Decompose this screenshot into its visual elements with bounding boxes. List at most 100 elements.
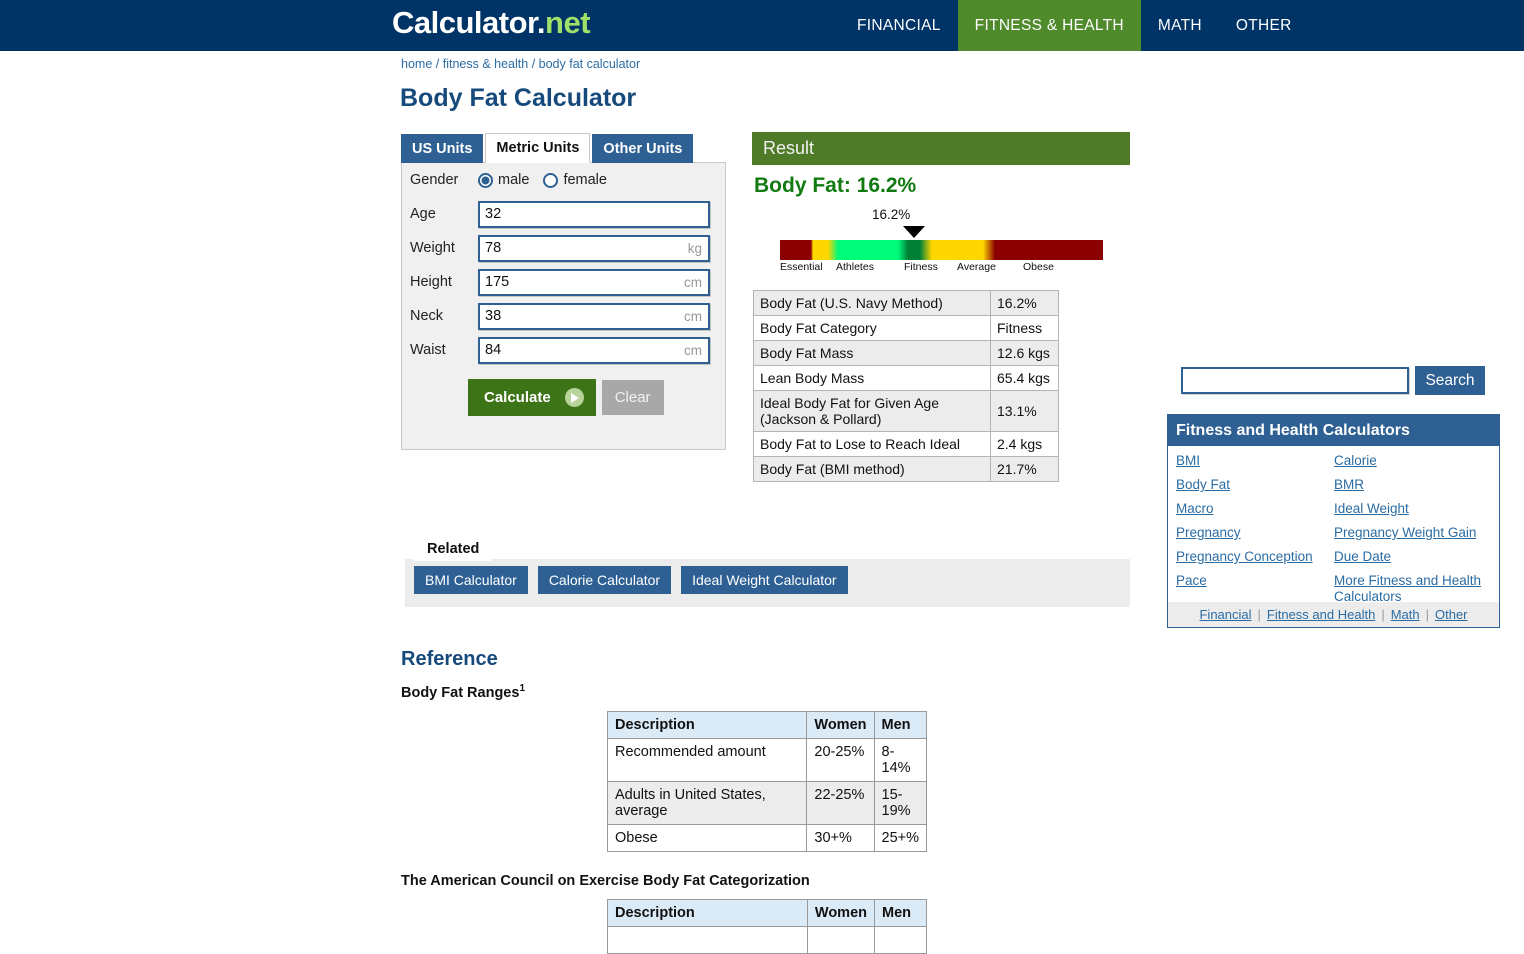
radio-male[interactable]: male [478,172,529,188]
clear-button[interactable]: Clear [601,380,664,415]
nav-item-financial[interactable]: FINANCIAL [840,0,958,51]
height-input[interactable] [480,270,708,294]
related-ideal-weight-calculator[interactable]: Ideal Weight Calculator [681,566,848,594]
site-logo[interactable]: Calculator.net [392,5,591,41]
related-bmi-calculator[interactable]: BMI Calculator [414,566,528,594]
sidebar-link-grid: BMI Calorie Body Fat BMR Macro Ideal Wei… [1168,446,1499,604]
gauge-label-obese: Obese [1023,261,1054,273]
sidebar-link-pregnancy[interactable]: Pregnancy [1176,525,1334,541]
calculate-button[interactable]: Calculate [468,379,596,416]
sidebar-link-body-fat[interactable]: Body Fat [1176,477,1334,493]
nav-item-other[interactable]: OTHER [1219,0,1309,51]
sidebar-link-pregnancy-conception[interactable]: Pregnancy Conception [1176,549,1334,565]
result-key-bmi-method: Body Fat (BMI method) [753,456,991,482]
weight-field-wrapper: kg [478,234,710,262]
breadcrumb-current[interactable]: body fat calculator [539,57,640,71]
gauge-label-essential: Essential [780,261,823,273]
ace-categorization-title: The American Council on Exercise Body Fa… [401,873,810,889]
sidebar-link-more-calculators[interactable]: More Fitness and Health Calculators [1334,573,1492,605]
t1-r1-men: 8-14% [873,738,927,782]
related-calorie-calculator[interactable]: Calorie Calculator [537,566,672,594]
table-row: Obese 30+% 25+% [606,824,927,852]
body-fat-ranges-title-text: Body Fat Ranges [401,684,520,701]
weight-input[interactable] [480,236,708,260]
sidebar-link-macro[interactable]: Macro [1176,501,1334,517]
footer-sep-3: | [1425,607,1429,622]
sidebar-link-due-date[interactable]: Due Date [1334,549,1492,565]
weight-row: Weight kg [402,231,725,265]
nav-item-fitness-health[interactable]: FITNESS & HEALTH [957,0,1141,51]
sidebar-footer-fitness-health[interactable]: Fitness and Health [1267,607,1375,622]
breadcrumb-separator-1: / [435,57,440,71]
logo-dot: . [536,5,546,40]
sidebar-link-calorie[interactable]: Calorie [1334,453,1492,469]
gauge-segment-labels: Essential Athletes Fitness Average Obese [780,261,1103,277]
nav-item-math[interactable]: MATH [1141,0,1219,51]
footnote-marker: 1 [519,683,525,694]
neck-input[interactable] [480,304,708,328]
tab-other-units[interactable]: Other Units [592,134,694,163]
breadcrumb-home[interactable]: home [401,57,432,71]
table-row: Lean Body Mass 65.4 kgs [753,365,1059,391]
table-header-row: Description Women Men [607,899,927,927]
footer-sep-2: | [1381,607,1385,622]
age-input[interactable] [480,202,708,226]
t2-r1-men [874,926,927,954]
search-input[interactable] [1181,367,1409,394]
weight-label: Weight [410,240,455,256]
sidebar-link-pace[interactable]: Pace [1176,573,1334,605]
waist-input[interactable] [480,338,708,362]
result-key-to-lose: Body Fat to Lose to Reach Ideal [753,431,991,457]
gauge-pointer-icon [903,226,925,238]
tab-metric-units[interactable]: Metric Units [485,133,591,163]
tab-us-units[interactable]: US Units [401,134,484,163]
waist-label: Waist [410,342,446,358]
result-value-navy: 16.2% [990,290,1059,316]
result-value-category: Fitness [990,315,1059,341]
play-arrow-icon [564,388,584,407]
result-table: Body Fat (U.S. Navy Method) 16.2% Body F… [753,290,1059,482]
neck-unit: cm [684,308,702,324]
breadcrumb-separator-2: / [531,57,536,71]
gauge-label-fitness: Fitness [904,261,938,273]
result-key-category: Body Fat Category [753,315,991,341]
t1-r3-women: 30+% [806,824,875,852]
sidebar-link-pregnancy-weight-gain[interactable]: Pregnancy Weight Gain [1334,525,1492,541]
table-row: Recommended amount 20-25% 8-14% [606,738,927,782]
sidebar-footer-other[interactable]: Other [1435,607,1468,622]
fitness-health-calculators-panel: Fitness and Health Calculators BMI Calor… [1167,414,1500,628]
t1-r3-description: Obese [606,824,808,852]
logo-main: Calculator [392,5,537,40]
result-key-ideal: Ideal Body Fat for Given Age (Jackson & … [753,390,991,432]
sidebar-panel-title: Fitness and Health Calculators [1168,415,1499,446]
waist-unit: cm [684,342,702,358]
t2-header-women: Women [806,899,876,927]
t2-r1-women [806,926,876,954]
breadcrumb-category[interactable]: fitness & health [443,57,528,71]
sidebar-footer-financial[interactable]: Financial [1199,607,1251,622]
gauge-value-label: 16.2% [872,207,911,222]
gauge-label-average: Average [957,261,996,273]
weight-unit: kg [687,240,702,256]
t1-r2-men: 15-19% [873,781,927,825]
ace-categorization-table: Description Women Men [607,899,927,954]
sidebar-link-ideal-weight[interactable]: Ideal Weight [1334,501,1492,517]
age-field-wrapper [478,200,710,228]
table-header-row: Description Women Men [606,711,927,739]
table-row: Ideal Body Fat for Given Age (Jackson & … [753,390,1059,432]
result-key-navy: Body Fat (U.S. Navy Method) [753,290,991,316]
body-fat-ranges-table: Description Women Men Recommended amount… [606,711,927,852]
age-label: Age [410,206,436,222]
t1-r2-women: 22-25% [806,781,875,825]
result-header: Result [752,132,1130,165]
radio-female[interactable]: female [543,172,607,188]
sidebar-footer-math[interactable]: Math [1391,607,1420,622]
t1-header-description: Description [606,711,808,739]
result-value-ideal: 13.1% [990,390,1059,432]
search-button[interactable]: Search [1415,366,1485,395]
sidebar-link-bmr[interactable]: BMR [1334,477,1492,493]
gauge-label-athletes: Athletes [836,261,874,273]
sidebar-link-bmi[interactable]: BMI [1176,453,1334,469]
footer-sep-1: | [1257,607,1261,622]
result-headline: Body Fat: 16.2% [754,174,917,197]
